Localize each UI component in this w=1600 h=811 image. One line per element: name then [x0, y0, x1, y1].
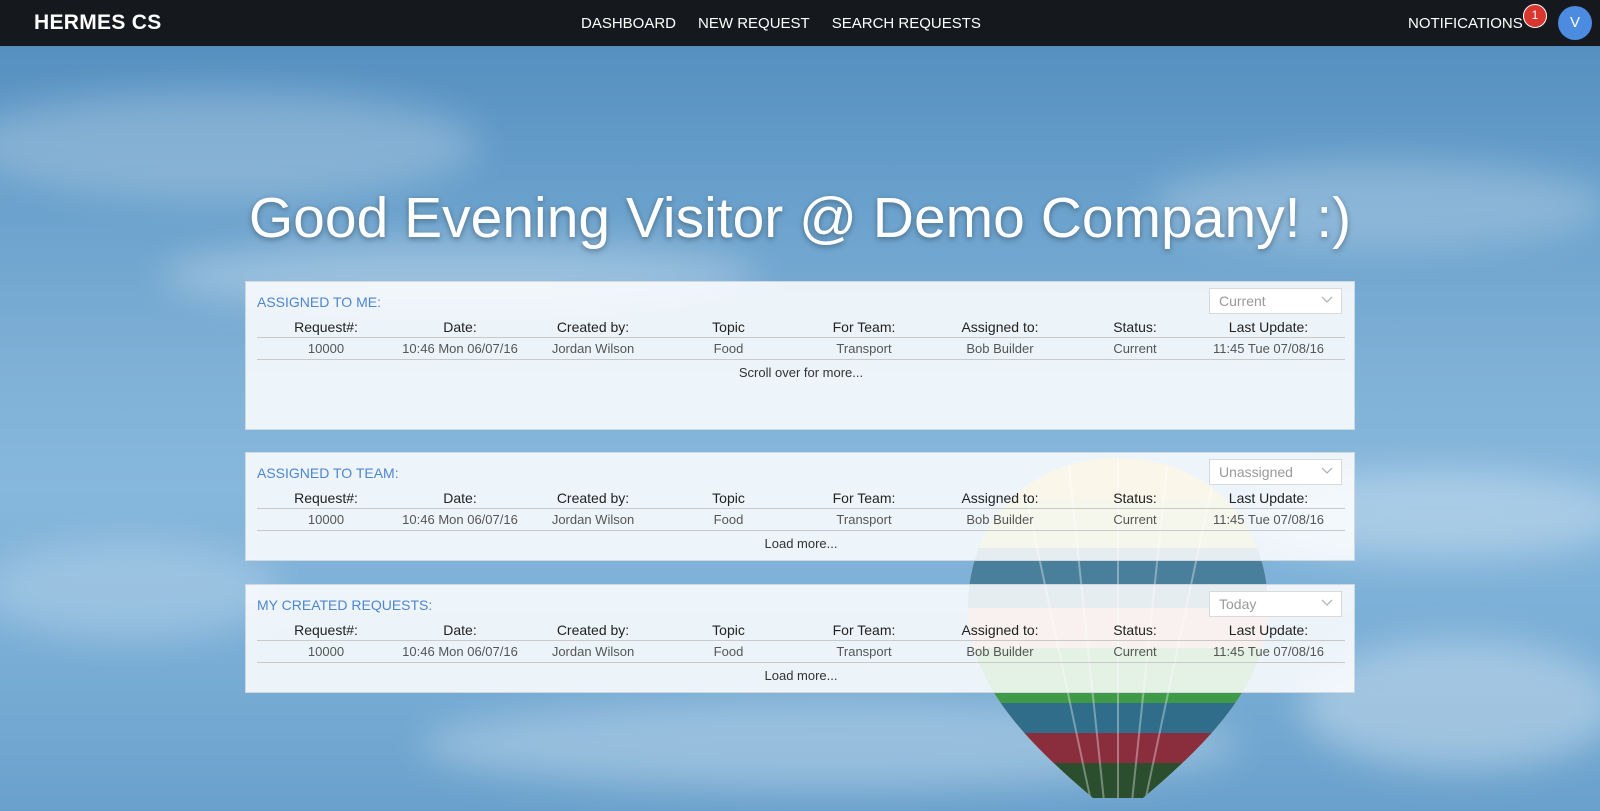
status-filter-select[interactable]: Unassigned [1209, 459, 1342, 485]
date-filter-select[interactable]: Today [1209, 591, 1342, 617]
column-header-status[interactable]: Status: [1068, 622, 1202, 638]
column-header-for-team[interactable]: For Team: [796, 319, 932, 335]
column-header-request[interactable]: Request#: [257, 319, 395, 335]
cell-created-by: Jordan Wilson [551, 512, 635, 527]
column-header-topic[interactable]: Topic [661, 622, 796, 638]
nav-search-requests[interactable]: SEARCH REQUESTS [832, 15, 981, 32]
column-header-created-by[interactable]: Created by: [525, 490, 661, 506]
cell-topic: Food [713, 341, 744, 356]
column-header-last-update[interactable]: Last Update: [1202, 319, 1335, 335]
cell-last-update: 11:45 Tue 07/08/16 [1212, 341, 1325, 356]
cloud [0, 540, 280, 640]
my-created-requests-panel: MY CREATED REQUESTS: Today Request#: Dat… [245, 584, 1355, 693]
cloud [0, 90, 480, 200]
column-header-created-by[interactable]: Created by: [525, 319, 661, 335]
chevron-down-icon [1321, 467, 1333, 474]
cell-for-team: Transport [836, 341, 892, 356]
cell-topic: Food [713, 512, 744, 527]
column-header-date[interactable]: Date: [395, 490, 525, 506]
table-header-row: Request#: Date: Created by: Topic For Te… [257, 619, 1345, 641]
cell-status: Current [1113, 341, 1157, 356]
selected-filter-value: Unassigned [1219, 464, 1293, 480]
cell-assigned-to: Bob Builder [966, 512, 1034, 527]
cell-status: Current [1113, 644, 1157, 659]
table-row[interactable]: 10000 10:46 Mon 06/07/16 Jordan Wilson F… [257, 509, 1345, 531]
panel-title: MY CREATED REQUESTS: [257, 597, 433, 613]
notifications-link[interactable]: NOTIFICATIONS [1408, 15, 1523, 32]
column-header-assigned-to[interactable]: Assigned to: [932, 622, 1068, 638]
column-header-request[interactable]: Request#: [257, 490, 395, 506]
requests-table: Request#: Date: Created by: Topic For Te… [257, 619, 1345, 683]
column-header-request[interactable]: Request#: [257, 622, 395, 638]
column-header-assigned-to[interactable]: Assigned to: [932, 490, 1068, 506]
table-header-row: Request#: Date: Created by: Topic For Te… [257, 316, 1345, 338]
load-more-link[interactable]: Load more... [257, 531, 1345, 551]
panel-title: ASSIGNED TO TEAM: [257, 465, 399, 481]
column-header-status[interactable]: Status: [1068, 319, 1202, 335]
greeting-heading: Good Evening Visitor @ Demo Company! :) [248, 186, 1352, 250]
notification-count-badge[interactable]: 1 [1523, 4, 1547, 28]
cell-assigned-to: Bob Builder [966, 644, 1034, 659]
cell-date: 10:46 Mon 06/07/16 [402, 644, 518, 659]
status-filter-select[interactable]: Current [1209, 288, 1342, 314]
column-header-topic[interactable]: Topic [661, 319, 796, 335]
column-header-last-update[interactable]: Last Update: [1202, 622, 1335, 638]
cell-date: 10:46 Mon 06/07/16 [402, 512, 518, 527]
nav-dashboard[interactable]: DASHBOARD [581, 15, 676, 32]
cell-request-number: 10000 [307, 512, 345, 527]
column-header-for-team[interactable]: For Team: [796, 622, 932, 638]
chevron-down-icon [1321, 599, 1333, 606]
column-header-assigned-to[interactable]: Assigned to: [932, 319, 1068, 335]
table-header-row: Request#: Date: Created by: Topic For Te… [257, 487, 1345, 509]
column-header-for-team[interactable]: For Team: [796, 490, 932, 506]
selected-filter-value: Current [1219, 293, 1266, 309]
column-header-last-update[interactable]: Last Update: [1202, 490, 1335, 506]
cell-request-number: 10000 [307, 644, 345, 659]
cell-topic: Food [713, 644, 744, 659]
load-more-link[interactable]: Load more... [257, 663, 1345, 683]
column-header-created-by[interactable]: Created by: [525, 622, 661, 638]
cell-last-update: 11:45 Tue 07/08/16 [1212, 512, 1325, 527]
assigned-to-me-panel: ASSIGNED TO ME: Current Request#: Date: … [245, 281, 1355, 430]
nav-new-request[interactable]: NEW REQUEST [698, 15, 810, 32]
user-avatar[interactable]: V [1558, 6, 1592, 40]
requests-table: Request#: Date: Created by: Topic For Te… [257, 316, 1345, 380]
table-row[interactable]: 10000 10:46 Mon 06/07/16 Jordan Wilson F… [257, 338, 1345, 360]
cell-request-number: 10000 [307, 341, 345, 356]
scroll-more-link[interactable]: Scroll over for more... [257, 360, 1345, 380]
column-header-date[interactable]: Date: [395, 622, 525, 638]
main-nav: DASHBOARD NEW REQUEST SEARCH REQUESTS [581, 15, 981, 32]
cell-for-team: Transport [836, 644, 892, 659]
cell-last-update: 11:45 Tue 07/08/16 [1212, 644, 1325, 659]
cell-assigned-to: Bob Builder [966, 341, 1034, 356]
brand-logo[interactable]: HERMES CS [34, 11, 162, 35]
requests-table: Request#: Date: Created by: Topic For Te… [257, 487, 1345, 551]
cell-date: 10:46 Mon 06/07/16 [402, 341, 518, 356]
cell-for-team: Transport [836, 512, 892, 527]
selected-filter-value: Today [1219, 596, 1257, 612]
column-header-status[interactable]: Status: [1068, 490, 1202, 506]
table-row[interactable]: 10000 10:46 Mon 06/07/16 Jordan Wilson F… [257, 641, 1345, 663]
column-header-topic[interactable]: Topic [661, 490, 796, 506]
column-header-date[interactable]: Date: [395, 319, 525, 335]
assigned-to-team-panel: ASSIGNED TO TEAM: Unassigned Request#: D… [245, 452, 1355, 561]
cell-created-by: Jordan Wilson [551, 644, 635, 659]
chevron-down-icon [1321, 296, 1333, 303]
top-navigation-bar: HERMES CS DASHBOARD NEW REQUEST SEARCH R… [0, 0, 1600, 46]
cell-created-by: Jordan Wilson [551, 341, 635, 356]
panel-title: ASSIGNED TO ME: [257, 294, 381, 310]
cell-status: Current [1113, 512, 1157, 527]
